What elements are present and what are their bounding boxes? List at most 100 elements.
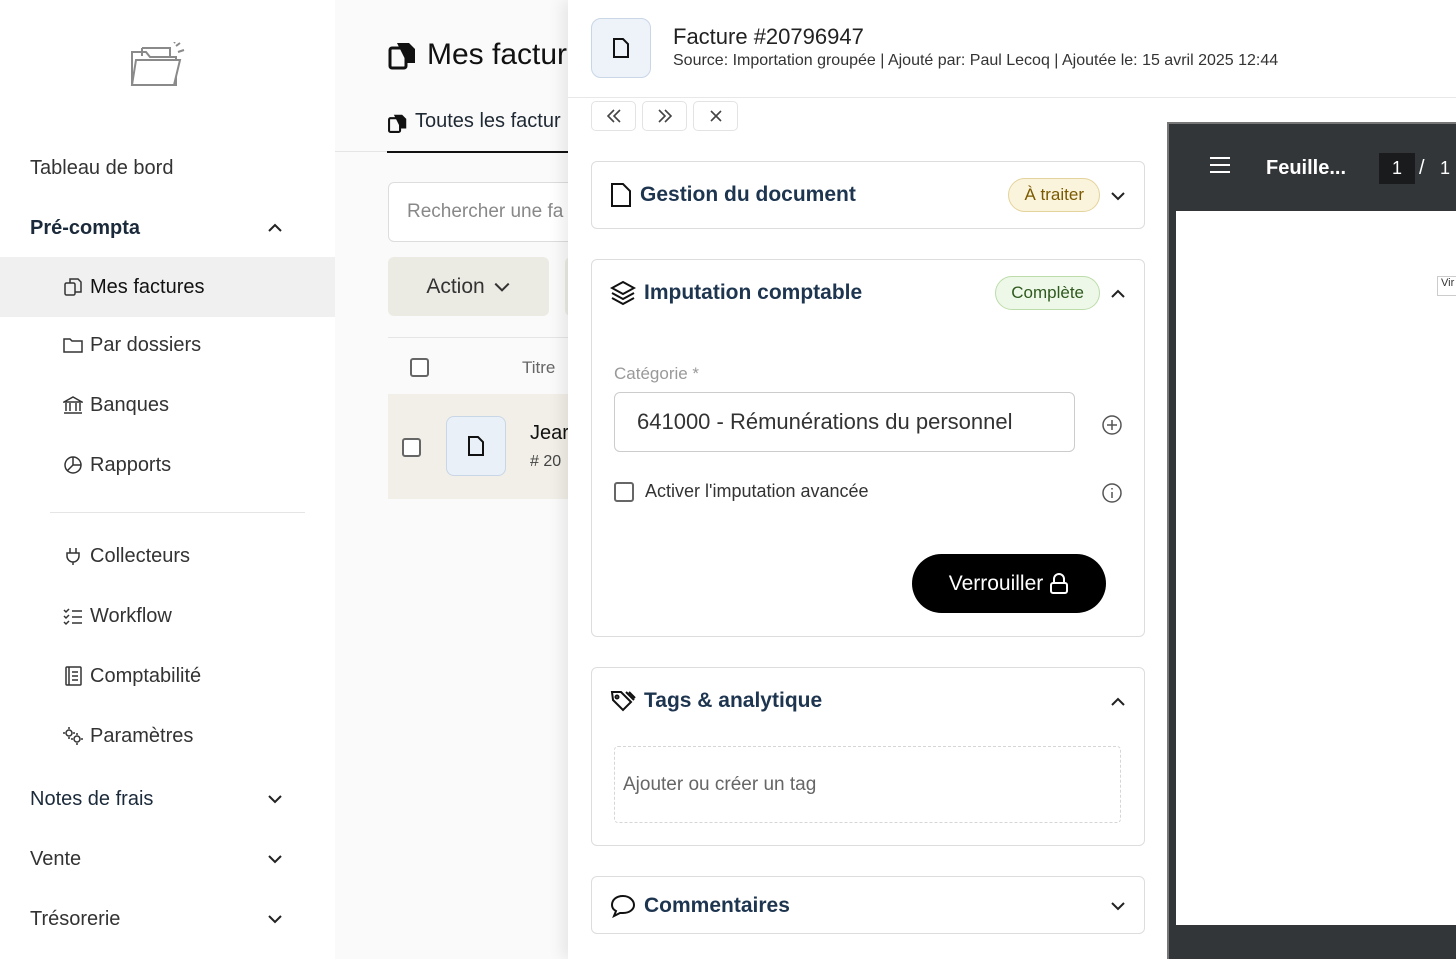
tags-analytics-header[interactable]: Tags & analytique [592,668,1144,734]
sidebar-item-tresorerie[interactable]: Trésorerie [0,889,335,949]
select-all-checkbox[interactable] [410,358,429,377]
panel-nav [591,101,738,131]
document-icon [446,416,506,476]
accounting-imputation-card: Imputation comptable Complète Catégorie … [591,259,1145,637]
comment-icon [610,894,636,918]
sidebar: Tableau de bord Pré-compta Mes factures … [0,0,335,959]
tab-all-invoices[interactable]: Toutes les factur [387,110,581,153]
add-circle-icon[interactable] [1101,414,1123,436]
next-button[interactable] [642,101,687,131]
documents-icon [388,43,415,70]
sidebar-item-par-dossiers[interactable]: Par dossiers [0,315,335,375]
info-icon[interactable] [1101,482,1123,504]
folder-icon [62,334,84,356]
card-title: Gestion du document [640,183,856,206]
sidebar-item-rapports[interactable]: Rapports [0,435,335,495]
chevron-up-icon [268,223,282,232]
document-icon [591,18,651,78]
double-chevron-left-icon [606,109,621,123]
previous-button[interactable] [591,101,636,131]
status-badge: Complète [995,276,1100,310]
sidebar-item-label: Collecteurs [90,544,191,567]
sidebar-item-label: Notes de frais [30,787,154,810]
page-title: Mes factur [387,38,567,72]
layers-icon [610,280,636,306]
folder-logo-icon [128,41,190,90]
tag-input[interactable]: Ajouter ou créer un tag [614,746,1121,823]
chevron-down-icon [494,282,510,292]
pdf-toolbar: Feuille... 1 / 1 [1169,124,1456,210]
pdf-page: Vir [1176,211,1456,925]
sidebar-item-vente[interactable]: Vente [0,829,335,889]
sidebar-item-banques[interactable]: Banques [0,375,335,435]
chevron-up-icon[interactable] [1110,286,1126,302]
category-label: Catégorie * [614,364,700,383]
chevron-down-icon[interactable] [1110,188,1126,204]
action-button[interactable]: Action [388,257,549,316]
card-title: Imputation comptable [644,281,863,304]
pdf-page-separator: / [1419,157,1425,179]
file-icon [611,183,631,207]
advanced-imputation-checkbox[interactable] [614,481,634,502]
sidebar-item-precompta[interactable]: Pré-compta [0,198,335,258]
tags-icon [610,691,636,712]
row-title: Jear [530,422,569,444]
comments-card: Commentaires [591,876,1145,934]
sidebar-item-workflow[interactable]: Workflow [0,586,335,646]
lock-icon [1050,572,1069,594]
pdf-page-input[interactable]: 1 [1379,153,1415,184]
card-title: Tags & analytique [644,689,823,712]
invoice-title: Facture #20796947 [673,24,864,49]
card-title: Commentaires [644,894,790,917]
invoice-meta: Source: Importation groupée | Ajouté par… [673,52,1279,69]
plug-icon [62,545,84,567]
menu-icon[interactable] [1209,156,1231,174]
chevron-down-icon [268,915,282,924]
sidebar-item-mes-factures[interactable]: Mes factures [0,257,335,317]
pdf-viewer: Feuille... 1 / 1 Vir [1167,122,1456,959]
chevron-down-icon [268,795,282,804]
sidebar-item-label: Pré-compta [30,216,141,239]
pdf-text-snippet: Vir [1437,276,1456,296]
chevron-down-icon [268,855,282,864]
invoice-detail-panel: Facture #20796947 Source: Importation gr… [568,0,1456,959]
sidebar-item-label: Trésorerie [30,907,121,930]
chevron-down-icon[interactable] [1110,898,1126,914]
lock-button[interactable]: Verrouiller [912,554,1106,613]
sidebar-item-label: Paramètres [90,724,194,747]
gears-icon [62,725,84,747]
sidebar-item-comptabilite[interactable]: Comptabilité [0,646,335,706]
tags-analytics-card: Tags & analytique Ajouter ou créer un ta… [591,667,1145,846]
checklist-icon [62,605,84,627]
double-chevron-right-icon [657,109,672,123]
advanced-imputation-toggle[interactable]: Activer l'imputation avancée [614,481,869,502]
documents-icon [62,276,84,298]
documents-icon [388,114,407,133]
bank-icon [62,394,84,416]
invoice-list-area: Mes factur Toutes les factur Rechercher … [335,0,628,959]
sidebar-item-label: Comptabilité [90,664,202,687]
ledger-icon [62,665,84,687]
sidebar-item-collecteurs[interactable]: Collecteurs [0,526,335,586]
sidebar-item-label: Banques [90,393,169,416]
row-checkbox[interactable] [402,438,421,457]
category-select[interactable]: 641000 - Rémunérations du personnel [614,392,1075,452]
sidebar-item-label: Workflow [90,604,172,627]
panel-header: Facture #20796947 Source: Importation gr… [568,0,1456,98]
close-button[interactable] [693,101,738,131]
sidebar-item-label: Par dossiers [90,333,202,356]
sidebar-divider [50,512,305,513]
sidebar-item-label: Tableau de bord [30,156,174,179]
sidebar-item-label: Vente [30,847,82,870]
comments-header[interactable]: Commentaires [592,877,1144,935]
pie-chart-icon [62,454,84,476]
sidebar-item-label: Rapports [90,453,172,476]
sidebar-item-notes-de-frais[interactable]: Notes de frais [0,769,335,829]
sidebar-item-parametres[interactable]: Paramètres [0,706,335,766]
pdf-file-name: Feuille... [1266,157,1347,179]
chevron-up-icon[interactable] [1110,694,1126,710]
document-management-card: Gestion du document À traiter [591,161,1145,229]
sidebar-item-dashboard[interactable]: Tableau de bord [0,138,335,198]
pdf-page-total: 1 [1440,158,1451,178]
column-title: Titre [522,358,556,377]
